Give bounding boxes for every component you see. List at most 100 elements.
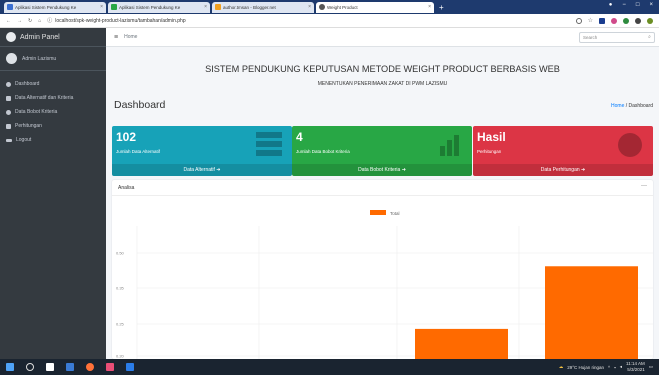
- sidebar-item-logout[interactable]: Logout: [0, 133, 106, 147]
- search-icon[interactable]: [26, 363, 34, 371]
- y-tick-label: 0.35: [116, 286, 125, 291]
- chart-bar: [415, 328, 508, 359]
- notification-icon[interactable]: ▭: [649, 364, 653, 370]
- arrow-circle-right-icon: ➜: [216, 167, 221, 173]
- sidebar-item-perhitungan[interactable]: Perhitungan: [0, 119, 106, 133]
- home-icon[interactable]: ⌂: [38, 18, 41, 24]
- browser-tab-bar: Aplikasi Sistem Pendukung Ke × Aplikasi S…: [0, 0, 659, 14]
- info-icon: ⓘ: [47, 18, 53, 24]
- mail-icon[interactable]: [66, 363, 74, 371]
- avatar: [6, 53, 17, 64]
- reload-icon[interactable]: ↻: [28, 18, 32, 24]
- arrow-circle-right-icon: ➜: [581, 167, 586, 173]
- sidebar-nav: Dashboard Data Alternatif dan Kriteria D…: [0, 71, 106, 147]
- new-tab-button[interactable]: +: [439, 3, 444, 12]
- app-icon[interactable]: [106, 363, 114, 371]
- dashboard-icon: [6, 81, 11, 87]
- brand-link[interactable]: Admin Panel: [0, 28, 106, 47]
- main-content: SISTEM PENDUKUNG KEPUTUSAN METODE WEIGHT…: [106, 47, 659, 359]
- pie-icon: [6, 109, 11, 115]
- search-input[interactable]: Search ⌕: [579, 32, 655, 43]
- page-icon: [7, 4, 13, 10]
- table-icon: [6, 95, 11, 101]
- legend-swatch: [370, 210, 386, 215]
- clock[interactable]: 11:14 AM 5/3/2021: [626, 361, 645, 373]
- extension-icon[interactable]: [599, 17, 605, 24]
- close-icon[interactable]: ×: [306, 4, 311, 10]
- extension-icons: ☆: [575, 17, 653, 24]
- search-icon[interactable]: ⌕: [645, 34, 654, 42]
- taskbar: ☁ 29°C Hujan ringan ^ ▪ ◂ 11:14 AM 5/3/20…: [0, 359, 659, 375]
- breadcrumb: Home / Dashboard: [611, 103, 653, 109]
- puzzle-icon[interactable]: [635, 17, 641, 24]
- page-icon: [111, 4, 117, 10]
- chart-bar: [545, 266, 638, 359]
- page-icon: [215, 4, 221, 10]
- legend-label: Total: [390, 211, 400, 216]
- y-tick-label: 0.50: [116, 251, 125, 256]
- pie-chart-icon: [618, 133, 642, 157]
- sidebar: Admin Panel Admin Lazismu Dashboard Data…: [0, 28, 106, 359]
- sidebar-item-bobot[interactable]: Data Bobot Kriteria: [0, 105, 106, 119]
- stat-box-hasil: Hasil Perhitungan Data Perhitungan ➜: [473, 126, 653, 176]
- maximize-icon[interactable]: □: [636, 2, 640, 8]
- stat-box-bobot: 4 Jumlah Data Bobot Kriteria Data Bobot …: [292, 126, 472, 176]
- table-icon: [6, 123, 11, 129]
- system-subtitle: MENENTUKAN PENERIMAAN ZAKAT DI PWM LAZIS…: [317, 81, 448, 87]
- minimize-icon[interactable]: −: [622, 2, 626, 8]
- stat-box-link[interactable]: Data Bobot Kriteria ➜: [292, 164, 472, 176]
- sidebar-item-alternatif[interactable]: Data Alternatif dan Kriteria: [0, 91, 106, 105]
- menu-toggle-icon[interactable]: ≡: [114, 34, 118, 41]
- browser-tab[interactable]: Aplikasi Sistem Pendukung Ke ×: [4, 1, 106, 13]
- close-icon[interactable]: ×: [202, 4, 207, 10]
- table-icon: [256, 132, 282, 156]
- volume-icon[interactable]: ◂: [620, 364, 622, 370]
- back-icon[interactable]: ←: [6, 18, 11, 24]
- store-icon[interactable]: [46, 363, 54, 371]
- weather-icon: ☁: [558, 364, 564, 369]
- analysis-panel: Analisa — Total 0.50 0.35 0.25 0.20: [112, 180, 653, 359]
- system-tray: ☁ 29°C Hujan ringan ^ ▪ ◂ 11:14 AM 5/3/20…: [558, 361, 653, 373]
- home-link[interactable]: Home: [124, 34, 137, 40]
- user-panel[interactable]: Admin Lazismu: [0, 47, 106, 71]
- extension-icon[interactable]: [623, 17, 629, 24]
- address-bar: ← → ↻ ⌂ ⓘ localhost/spk-weight-product-la…: [0, 14, 659, 28]
- close-icon[interactable]: ×: [98, 4, 103, 10]
- star-icon[interactable]: ☆: [588, 17, 593, 24]
- network-icon[interactable]: ▪: [614, 365, 616, 370]
- top-navbar: ≡ Home Search ⌕: [106, 28, 659, 47]
- analysis-chart: Total 0.50 0.35 0.25 0.20: [116, 210, 653, 359]
- system-title: SISTEM PENDUKUNG KEPUTUSAN METODE WEIGHT…: [205, 64, 560, 74]
- profile-icon[interactable]: ●: [609, 2, 613, 8]
- browser-tab-active[interactable]: Weight Product ×: [316, 1, 434, 13]
- bar-chart-icon: [440, 135, 459, 156]
- app-icon[interactable]: [126, 363, 134, 371]
- forward-icon[interactable]: →: [17, 18, 22, 24]
- avatar-icon[interactable]: [647, 17, 653, 24]
- stat-box-alternatif: 102 Jumlah Data Alternatif Data Alternat…: [112, 126, 292, 176]
- collapse-icon[interactable]: —: [641, 183, 647, 189]
- zoom-icon[interactable]: [575, 17, 582, 24]
- url-field[interactable]: ⓘ localhost/spk-weight-product-lazismu/ta…: [47, 16, 569, 26]
- browser-tab[interactable]: author.tmsan - Blogger.net ×: [212, 1, 314, 13]
- firefox-icon[interactable]: [86, 363, 94, 371]
- close-window-icon[interactable]: ×: [649, 2, 653, 8]
- windows-start-icon[interactable]: [6, 363, 14, 371]
- page-title: Dashboard: [114, 99, 166, 111]
- window-controls: ● − □ ×: [609, 2, 653, 8]
- brand-logo-icon: [6, 32, 16, 42]
- page-icon: [319, 4, 325, 10]
- close-icon[interactable]: ×: [426, 4, 431, 10]
- logout-icon: [6, 138, 12, 142]
- stat-box-link[interactable]: Data Perhitungan ➜: [473, 164, 653, 176]
- stat-box-link[interactable]: Data Alternatif ➜: [112, 164, 292, 176]
- sidebar-item-dashboard[interactable]: Dashboard: [0, 77, 106, 91]
- panel-header: Analisa —: [112, 180, 653, 196]
- y-tick-label: 0.20: [116, 354, 125, 359]
- browser-tab[interactable]: Aplikasi Sistem Pendukung Ke ×: [108, 1, 210, 13]
- extension-icon[interactable]: [611, 17, 617, 24]
- tray-arrow-icon[interactable]: ^: [608, 365, 610, 370]
- breadcrumb-home[interactable]: Home: [611, 103, 624, 109]
- arrow-circle-right-icon: ➜: [401, 167, 406, 173]
- y-tick-label: 0.25: [116, 322, 125, 327]
